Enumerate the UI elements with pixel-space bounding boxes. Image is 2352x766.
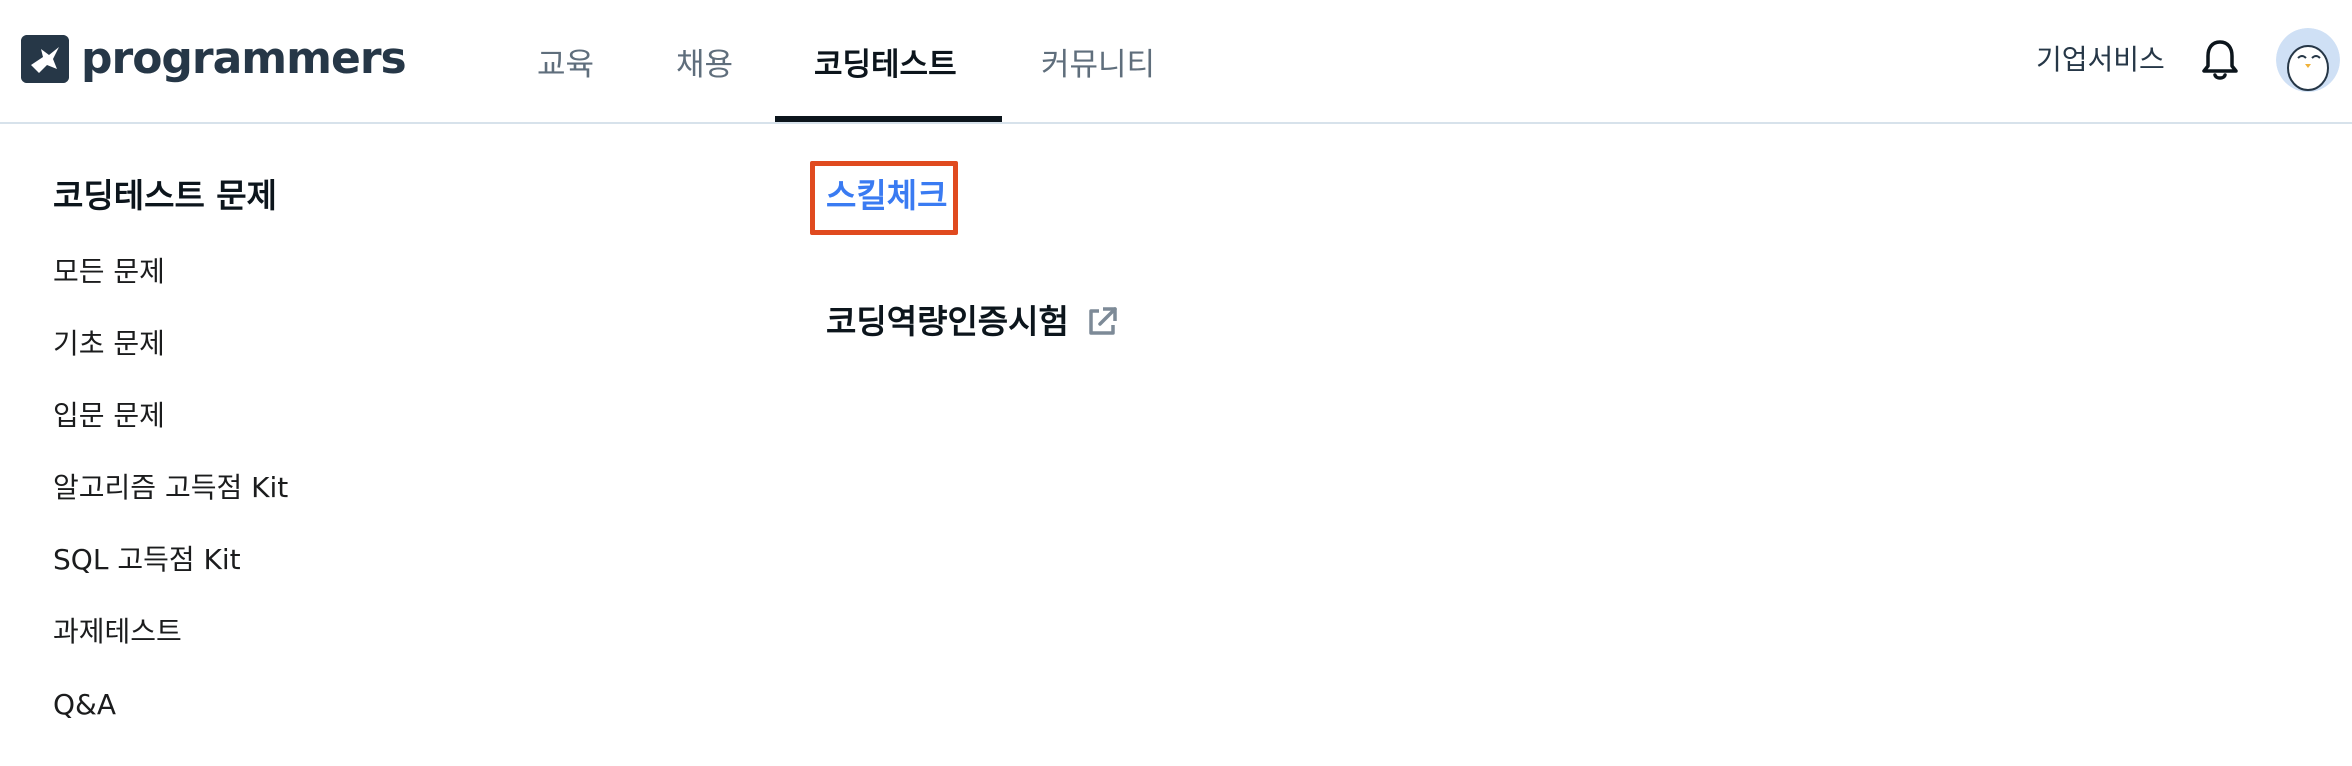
bell-icon[interactable] bbox=[2200, 38, 2240, 82]
nav-tab-education[interactable]: 교육 bbox=[537, 0, 594, 122]
sidebar-item-assignment-test[interactable]: 과제테스트 bbox=[53, 608, 182, 656]
nav-tab-community[interactable]: 커뮤니티 bbox=[1041, 0, 1155, 122]
skill-check-link[interactable]: 스킬체크 bbox=[826, 170, 947, 222]
nav-tab-jobs[interactable]: 채용 bbox=[676, 0, 733, 122]
nav-tab-coding-test[interactable]: 코딩테스트 bbox=[814, 0, 957, 122]
bird-logo-icon bbox=[21, 35, 69, 83]
top-header: programmers 교육 채용 코딩테스트 커뮤니티 기업서비스 bbox=[0, 0, 2352, 124]
logo-text: programmers bbox=[81, 33, 407, 84]
sidebar-item-qna[interactable]: Q&A bbox=[53, 681, 116, 729]
sidebar-item-basic-problems[interactable]: 기초 문제 bbox=[53, 320, 165, 368]
business-service-link[interactable]: 기업서비스 bbox=[2036, 38, 2165, 82]
coding-certification-label: 코딩역량인증시험 bbox=[826, 302, 1069, 341]
active-tab-indicator bbox=[775, 116, 1002, 122]
user-avatar[interactable] bbox=[2276, 28, 2340, 92]
sidebar-item-intro-problems[interactable]: 입문 문제 bbox=[53, 392, 165, 440]
sidebar-item-all-problems[interactable]: 모든 문제 bbox=[53, 248, 165, 296]
sidebar-item-sql-kit[interactable]: SQL 고득점 Kit bbox=[53, 536, 241, 584]
programmers-logo[interactable]: programmers bbox=[21, 33, 407, 85]
problem-sidebar: 코딩테스트 문제 모든 문제 기초 문제 입문 문제 알고리즘 고득점 Kit … bbox=[53, 168, 653, 721]
external-link-icon bbox=[1089, 307, 1117, 335]
sidebar-title: 코딩테스트 문제 bbox=[53, 176, 278, 215]
sidebar-item-algorithm-kit[interactable]: 알고리즘 고득점 Kit bbox=[53, 464, 288, 512]
penguin-avatar-icon bbox=[2276, 28, 2340, 92]
coding-certification-link[interactable]: 코딩역량인증시험 bbox=[826, 296, 1119, 348]
